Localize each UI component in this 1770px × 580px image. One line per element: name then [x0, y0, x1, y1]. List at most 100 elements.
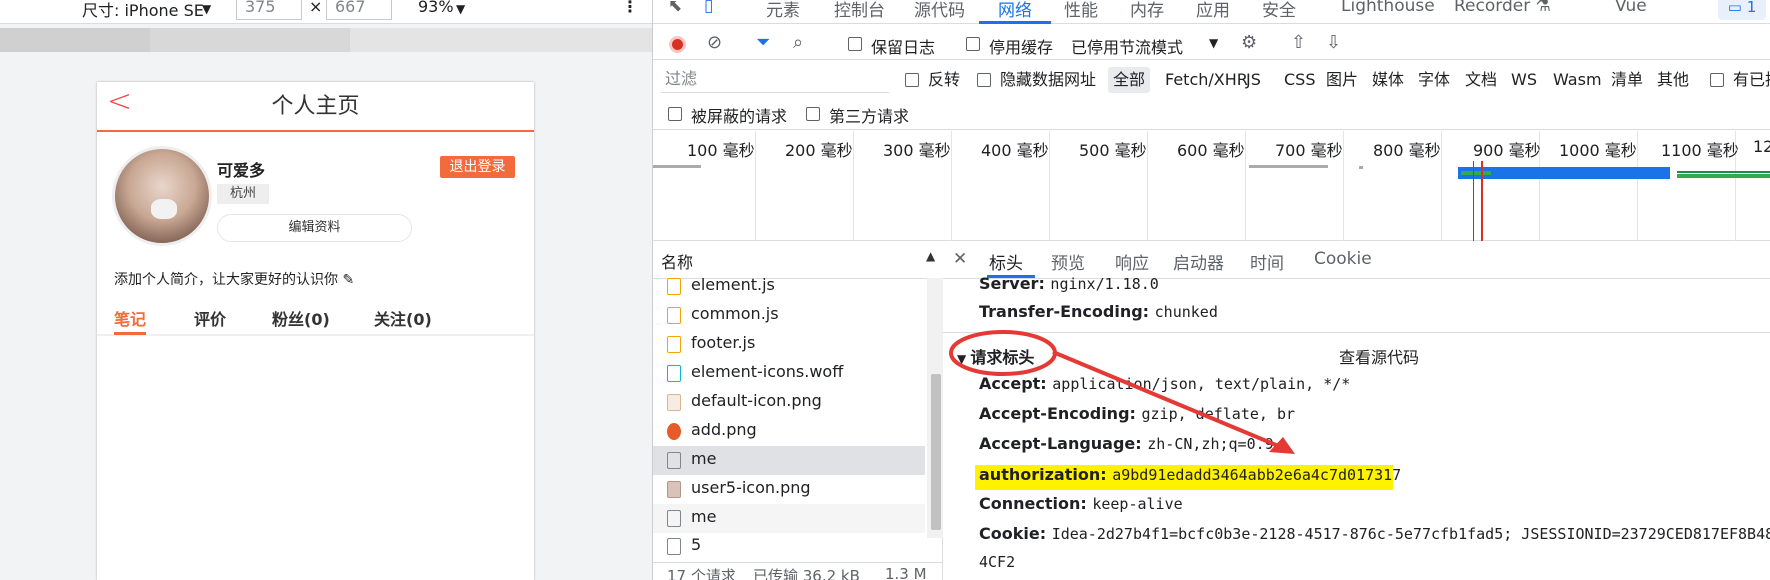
network-conditions-icon[interactable]: ⚙: [1241, 32, 1257, 53]
profile-intro[interactable]: 添加个人简介，让大家更好的认识你 ✎: [114, 269, 354, 289]
tab-following[interactable]: 关注(0): [374, 306, 432, 330]
export-har-icon[interactable]: ⇩: [1326, 32, 1341, 53]
tab-security[interactable]: 安全: [1262, 0, 1296, 21]
record-icon[interactable]: [669, 36, 686, 53]
request-row[interactable]: add.png: [653, 417, 925, 446]
tab-initiator[interactable]: 启动器: [1173, 249, 1224, 274]
disable-cache-checkbox[interactable]: [966, 37, 980, 51]
avatar[interactable]: [112, 146, 212, 246]
inspect-icon[interactable]: ⬉: [668, 0, 682, 16]
name-header-label: 名称: [661, 253, 694, 272]
clear-icon[interactable]: ⊘: [707, 32, 722, 53]
tab-elements[interactable]: 元素: [766, 0, 800, 21]
chevron-down-icon: ▼: [202, 2, 212, 16]
chevron-down-icon[interactable]: ▼: [1209, 36, 1218, 50]
document-icon: [667, 510, 681, 527]
request-name: add.png: [691, 420, 757, 439]
has-blocked-cookies-checkbox[interactable]: [1710, 73, 1724, 87]
annotation-circle: [949, 330, 1057, 376]
tab-notes[interactable]: 笔记: [114, 306, 146, 330]
request-row[interactable]: footer.js: [653, 330, 925, 359]
active-tab-indicator: [114, 332, 146, 335]
tab-memory[interactable]: 内存: [1130, 0, 1164, 21]
import-har-icon[interactable]: ⇧: [1291, 32, 1306, 53]
filter-doc[interactable]: 文档: [1465, 67, 1497, 93]
chat-icon: ▭: [1727, 0, 1747, 16]
tab-headers[interactable]: 标头: [989, 249, 1023, 274]
filter-input[interactable]: 过滤: [661, 67, 889, 93]
annotation-line: [1052, 350, 1289, 452]
third-party-checkbox[interactable]: [806, 107, 820, 121]
filter-font[interactable]: 字体: [1418, 67, 1450, 93]
tab-response[interactable]: 响应: [1115, 249, 1149, 274]
filter-all[interactable]: 全部: [1108, 67, 1151, 93]
devtools-panel: ⬉ ▯ 元素 控制台 源代码 网络 性能 内存 应用 安全 Lighthouse…: [652, 0, 1770, 580]
sort-arrow-icon[interactable]: ▲: [926, 249, 935, 263]
filter-css[interactable]: CSS: [1284, 67, 1315, 93]
timeline-tick: 12: [1753, 137, 1770, 156]
devtools-tabs: ⬉ ▯ 元素 控制台 源代码 网络 性能 内存 应用 安全 Lighthouse…: [653, 0, 1770, 24]
tab-timing[interactable]: 时间: [1250, 249, 1284, 274]
filter-fetch-xhr[interactable]: Fetch/XHR: [1165, 67, 1248, 93]
tab-console[interactable]: 控制台: [834, 0, 885, 21]
header-value: keep-alive: [1092, 495, 1183, 513]
device-toggle-icon[interactable]: ▯: [704, 0, 713, 16]
request-name: me: [691, 507, 717, 526]
filter-media[interactable]: 媒体: [1372, 67, 1404, 93]
filter-js[interactable]: JS: [1246, 67, 1261, 93]
request-row[interactable]: element-icons.woff: [653, 359, 925, 388]
header-row: Server: nginx/1.18.0: [979, 274, 1159, 293]
filter-icon[interactable]: ⏷: [756, 32, 770, 53]
media-query-ruler[interactable]: [0, 28, 652, 52]
zoom-select[interactable]: 93%: [418, 0, 454, 16]
tab-preview[interactable]: 预览: [1051, 249, 1085, 274]
tab-application[interactable]: 应用: [1196, 0, 1230, 21]
font-file-icon: [667, 365, 681, 382]
network-overview-timeline[interactable]: 100 毫秒 200 毫秒 300 毫秒 400 毫秒 500 毫秒 600 毫…: [653, 131, 1770, 241]
filter-wasm[interactable]: Wasm: [1553, 67, 1602, 93]
request-row[interactable]: 5: [653, 532, 925, 561]
request-name: common.js: [691, 304, 779, 323]
height-input[interactable]: 667: [326, 0, 392, 20]
tab-reviews[interactable]: 评价: [194, 306, 226, 330]
has-blocked-cookies-label: 有已拦: [1733, 70, 1770, 89]
timeline-tick: 900 毫秒: [1473, 141, 1541, 160]
device-select[interactable]: 尺寸: iPhone SE: [82, 0, 204, 21]
tab-sources[interactable]: 源代码: [914, 0, 965, 21]
edit-profile-button[interactable]: 编辑资料: [217, 214, 412, 242]
request-row[interactable]: element.js: [653, 272, 925, 301]
preserve-log-checkbox[interactable]: [848, 37, 862, 51]
filter-ws[interactable]: WS: [1511, 67, 1537, 93]
tab-performance[interactable]: 性能: [1064, 0, 1098, 21]
request-row[interactable]: user5-icon.png: [653, 475, 925, 504]
username: 可爱多: [217, 161, 266, 180]
tab-cookies[interactable]: Cookie: [1314, 249, 1372, 269]
tab-lighthouse[interactable]: Lighthouse: [1341, 0, 1435, 16]
hide-data-urls-checkbox[interactable]: [977, 73, 991, 87]
blocked-requests-checkbox[interactable]: [668, 107, 682, 121]
filter-other[interactable]: 其他: [1657, 67, 1689, 93]
logout-button[interactable]: 退出登录: [440, 156, 515, 178]
request-row[interactable]: me: [653, 504, 925, 533]
view-source-link[interactable]: 查看源代码: [1339, 344, 1419, 368]
tab-fans[interactable]: 粉丝(0): [272, 306, 330, 330]
request-row[interactable]: common.js: [653, 301, 925, 330]
request-row[interactable]: default-icon.png: [653, 388, 925, 417]
request-row-selected[interactable]: me: [653, 446, 925, 475]
search-icon[interactable]: ⌕: [793, 32, 803, 53]
scrollbar-thumb[interactable]: [931, 374, 941, 530]
tab-recorder[interactable]: Recorder ⚗: [1454, 0, 1551, 16]
width-input[interactable]: 375: [236, 0, 302, 20]
filter-manifest[interactable]: 清单: [1611, 67, 1643, 93]
close-icon[interactable]: ✕: [953, 249, 967, 269]
tab-vue[interactable]: Vue: [1615, 0, 1647, 16]
request-name: 5: [691, 535, 702, 554]
issues-badge[interactable]: ▭ 1: [1718, 0, 1766, 20]
document-icon: [667, 452, 681, 469]
throttling-select[interactable]: 已停用节流模式: [1071, 34, 1183, 58]
filter-img[interactable]: 图片: [1326, 67, 1358, 93]
more-options-icon[interactable]: ⋮: [622, 0, 638, 16]
tab-network[interactable]: 网络: [998, 0, 1032, 21]
invert-checkbox[interactable]: [905, 73, 919, 87]
disable-cache-label: 停用缓存: [989, 38, 1054, 57]
